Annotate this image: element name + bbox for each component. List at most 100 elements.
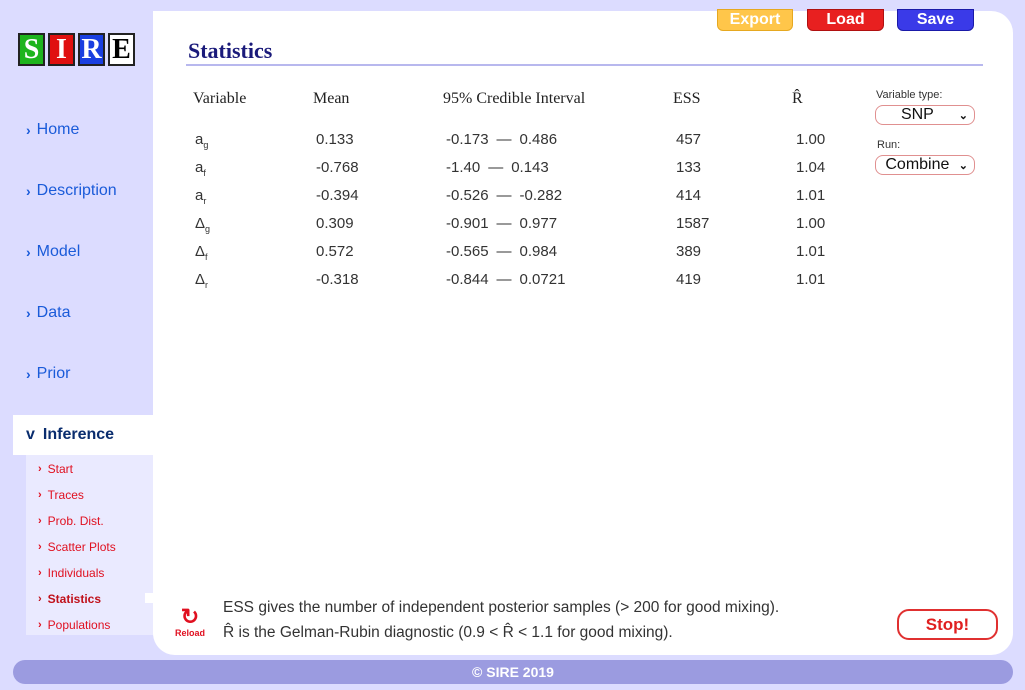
interval-high: 0.977 [519, 215, 558, 232]
submenu-item-traces[interactable]: › Traces [38, 488, 84, 502]
variable-symbol: Δ [195, 215, 206, 232]
interval-cell: -0.526 — -0.282 [446, 187, 562, 204]
variable-cell: ag [195, 131, 208, 150]
variable-cell: Δf [195, 243, 208, 262]
sidebar-item-inference[interactable]: v Inference [13, 415, 153, 455]
interval-dash: — [496, 271, 512, 288]
reload-label: Reload [174, 628, 205, 638]
variable-cell: af [195, 159, 206, 178]
sire-logo: S I R E [18, 33, 135, 66]
ess-cell: 419 [676, 271, 702, 288]
submenu-item-scatter-plots[interactable]: › Scatter Plots [38, 540, 116, 554]
run-select[interactable]: Combine ⌄ [875, 155, 975, 175]
mean-cell: -0.768 [316, 159, 359, 176]
sidebar-item-label: Data [36, 304, 71, 321]
mean-cell: -0.394 [316, 187, 359, 204]
chevron-right-icon: › [26, 183, 31, 199]
logo-letter-r: R [78, 33, 105, 66]
rhat-cell: 1.01 [796, 187, 826, 204]
submenu-item-label: Traces [47, 488, 84, 502]
chevron-right-icon: › [26, 305, 31, 321]
logo-letter-i: I [48, 33, 75, 66]
chevron-right-icon: › [38, 567, 42, 579]
interval-high: -0.282 [519, 187, 563, 204]
variable-subscript: r [205, 280, 209, 290]
chevron-right-icon: › [38, 593, 42, 605]
interval-dash: — [488, 159, 504, 176]
chevron-right-icon: › [38, 541, 42, 553]
interval-cell: -0.901 — 0.977 [446, 215, 557, 232]
sidebar-item-label: Model [36, 243, 81, 260]
variable-type-select[interactable]: SNP ⌄ [875, 105, 975, 125]
ess-note: ESS gives the number of independent post… [223, 599, 780, 616]
save-button[interactable]: Save [897, 9, 974, 31]
interval-low: -0.901 [446, 215, 489, 232]
rhat-cell: 1.01 [796, 243, 826, 260]
reload-button[interactable]: ↻ Reload [172, 604, 208, 639]
ess-cell: 1587 [676, 215, 710, 232]
rhat-note: R̂ is the Gelman-Rubin diagnostic (0.9 <… [223, 624, 673, 641]
column-header-ess: ESS [673, 90, 701, 107]
submenu-item-individuals[interactable]: › Individuals [38, 566, 104, 580]
page-title: Statistics [188, 38, 273, 63]
ess-cell: 457 [676, 131, 702, 148]
column-header-mean: Mean [313, 90, 350, 107]
submenu-item-label: Start [47, 462, 74, 476]
sidebar-item-description[interactable]: › Description [26, 182, 117, 200]
mean-cell: -0.318 [316, 271, 359, 288]
reload-icon: ↻ [180, 604, 200, 629]
variable-subscript: f [205, 252, 208, 262]
interval-dash: — [496, 131, 512, 148]
interval-low: -0.844 [446, 271, 489, 288]
variable-symbol: Δ [195, 271, 206, 288]
column-header-variable: Variable [193, 90, 247, 107]
logo-letter-e: E [108, 33, 135, 66]
submenu-item-populations[interactable]: › Populations [38, 618, 110, 632]
submenu-item-prob-dist[interactable]: › Prob. Dist. [38, 514, 104, 528]
variable-subscript: r [203, 196, 207, 206]
variable-cell: Δg [195, 215, 210, 234]
interval-low: -1.40 [446, 159, 481, 176]
sidebar-item-data[interactable]: › Data [26, 304, 70, 322]
submenu-item-label: Prob. Dist. [47, 514, 104, 528]
footer-copyright: © SIRE 2019 [13, 660, 1013, 684]
run-label: Run: [877, 139, 901, 151]
interval-high: 0.984 [519, 243, 558, 260]
mean-cell: 0.309 [316, 215, 354, 232]
load-button[interactable]: Load [807, 9, 884, 31]
variable-type-value: SNP [900, 106, 934, 123]
run-value: Combine [885, 156, 950, 173]
interval-dash: — [496, 187, 512, 204]
rhat-cell: 1.00 [796, 131, 826, 148]
chevron-right-icon: › [26, 366, 31, 382]
sidebar-item-model[interactable]: › Model [26, 243, 80, 261]
sidebar-item-home[interactable]: › Home [26, 121, 79, 139]
rhat-cell: 1.01 [796, 271, 826, 288]
chevron-right-icon: › [26, 122, 31, 138]
interval-cell: -0.173 — 0.486 [446, 131, 557, 148]
submenu-item-statistics[interactable]: › Statistics [38, 592, 101, 606]
submenu-item-start[interactable]: › Start [38, 462, 73, 476]
interval-cell: -0.844 — 0.0721 [446, 271, 565, 288]
stop-button[interactable]: Stop! [897, 609, 998, 640]
ess-cell: 389 [676, 243, 702, 260]
variable-cell: ar [195, 187, 206, 206]
interval-low: -0.565 [446, 243, 489, 260]
chevron-down-icon: ⌄ [958, 109, 968, 122]
interval-high: 0.0721 [519, 271, 566, 288]
interval-high: 0.486 [519, 131, 558, 148]
mean-cell: 0.133 [316, 131, 354, 148]
interval-cell: -0.565 — 0.984 [446, 243, 557, 260]
interval-dash: — [496, 215, 512, 232]
chevron-right-icon: › [38, 463, 42, 475]
submenu-item-label: Scatter Plots [47, 540, 116, 554]
variable-type-label: Variable type: [876, 89, 943, 101]
sidebar-item-label: Inference [42, 426, 115, 443]
sidebar-item-prior[interactable]: › Prior [26, 365, 70, 383]
submenu-item-label: Populations [47, 618, 111, 632]
interval-low: -0.526 [446, 187, 489, 204]
chevron-right-icon: › [26, 244, 31, 260]
column-header-credible-interval: 95% Credible Interval [443, 90, 586, 107]
ess-cell: 133 [676, 159, 702, 176]
export-button[interactable]: Export [717, 9, 793, 31]
